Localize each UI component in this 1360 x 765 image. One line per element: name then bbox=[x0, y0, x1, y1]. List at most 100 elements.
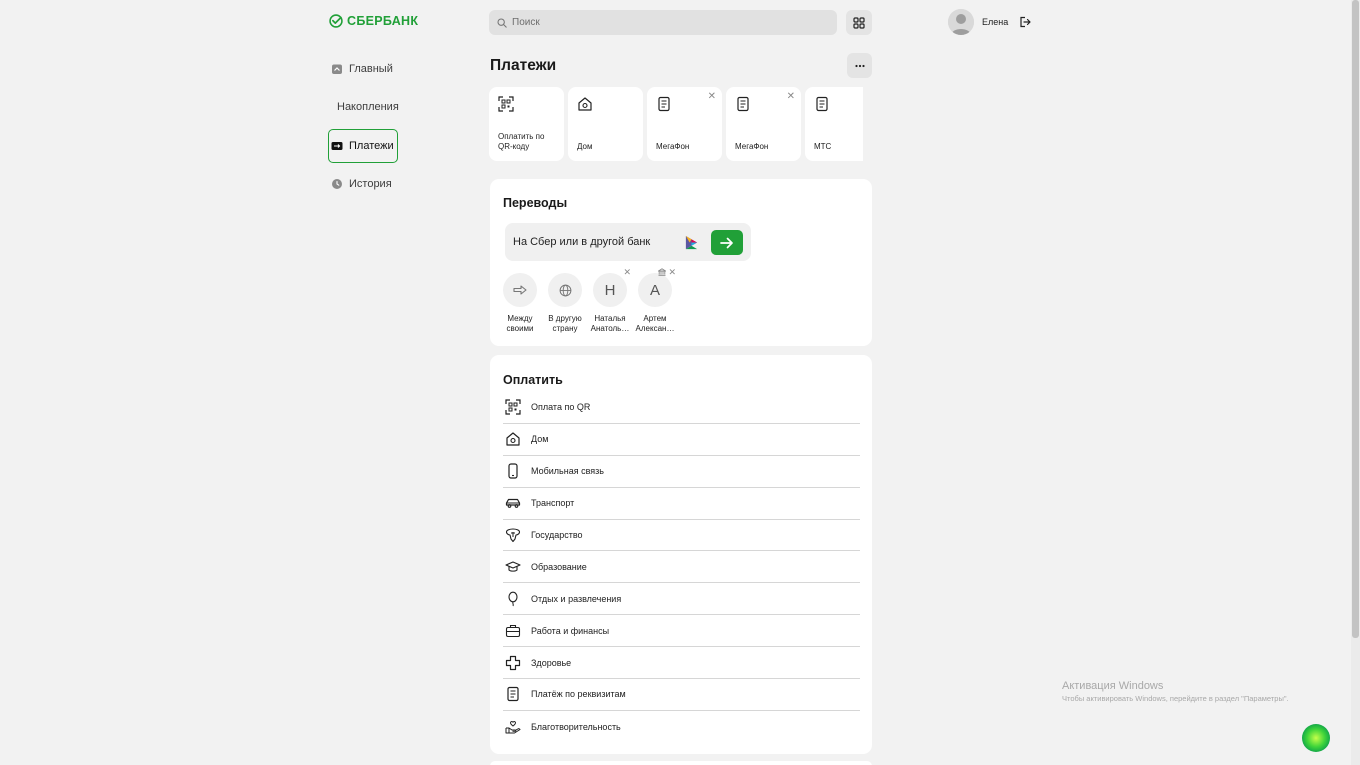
quick-tile-qr[interactable]: Оплатить по QR-коду bbox=[489, 87, 564, 161]
pay-item-label: Образование bbox=[531, 561, 587, 572]
assistant-orb-button[interactable] bbox=[1302, 724, 1330, 752]
pay-item-label: Оплата по QR bbox=[531, 402, 591, 413]
pay-item-government[interactable]: Государство bbox=[503, 520, 860, 552]
pay-card: Оплатить Оплата по QR Дом Мобильная связ… bbox=[490, 355, 872, 754]
arrow-right-icon bbox=[720, 237, 733, 248]
quick-tile-megafon-2[interactable]: ✕ МегаФон bbox=[726, 87, 801, 161]
recipient-between-own[interactable]: Между своими bbox=[503, 273, 537, 334]
pay-item-education[interactable]: Образование bbox=[503, 551, 860, 584]
user-profile[interactable]: Елена bbox=[948, 9, 1031, 35]
page-title: Платежи bbox=[490, 57, 557, 74]
quick-tile-label: МегаФон bbox=[735, 142, 769, 151]
quick-tile-home[interactable]: Дом bbox=[568, 87, 643, 161]
sidebar-item-label: Платежи bbox=[349, 139, 394, 152]
pay-item-leisure[interactable]: Отдых и развлечения bbox=[503, 583, 860, 616]
quick-payments-carousel: Оплатить по QR-коду Дом ✕ МегаФон ✕ Мега… bbox=[489, 87, 863, 161]
close-icon[interactable]: ✕ bbox=[668, 268, 676, 277]
sber-logo-icon bbox=[329, 14, 343, 28]
recipient-artem[interactable]: А ✕ Артем Алексан… bbox=[636, 268, 676, 334]
sidebar-item-payments[interactable]: Платежи bbox=[328, 128, 398, 163]
search-icon bbox=[497, 17, 507, 28]
phone-icon bbox=[508, 463, 518, 479]
search-bar[interactable] bbox=[489, 10, 837, 35]
pay-title: Оплатить bbox=[503, 373, 563, 387]
recipient-label: В другую страну bbox=[548, 314, 582, 333]
close-icon[interactable]: ✕ bbox=[708, 92, 716, 102]
sbp-logo-icon bbox=[685, 235, 698, 250]
close-icon[interactable]: ✕ bbox=[623, 268, 631, 277]
quick-tile-label: Оплатить по QR-коду bbox=[498, 132, 545, 151]
pay-item-charity[interactable]: Благотворительность bbox=[503, 711, 860, 743]
sidebar-item-label: История bbox=[349, 177, 392, 190]
pay-item-label: Транспорт bbox=[531, 498, 575, 509]
house-icon bbox=[506, 432, 520, 446]
pay-item-label: Мобильная связь bbox=[531, 466, 604, 477]
grid-icon bbox=[853, 16, 865, 29]
close-icon[interactable]: ✕ bbox=[787, 92, 795, 102]
logout-icon[interactable] bbox=[1019, 16, 1031, 28]
recipient-natalia[interactable]: Н ✕ Наталья Анатоль… bbox=[591, 268, 631, 334]
pay-item-qr[interactable]: Оплата по QR bbox=[503, 392, 860, 424]
recipient-avatar bbox=[548, 273, 582, 307]
globe-icon bbox=[559, 284, 571, 296]
pay-item-mobile[interactable]: Мобильная связь bbox=[503, 456, 860, 488]
transfer-input[interactable]: На Сбер или в другой банк bbox=[505, 223, 751, 261]
sidebar-item-savings[interactable]: Накопления bbox=[328, 90, 399, 124]
recipient-avatar: А bbox=[638, 273, 672, 307]
pay-item-home[interactable]: Дом bbox=[503, 424, 860, 456]
transfers-title: Переводы bbox=[503, 196, 568, 210]
scrollbar-thumb[interactable] bbox=[1352, 0, 1359, 638]
recipient-other-country[interactable]: В другую страну bbox=[548, 273, 582, 334]
charity-hand-icon bbox=[505, 720, 521, 734]
sidebar-item-label: Накопления bbox=[337, 101, 399, 114]
receipt-icon bbox=[658, 96, 670, 112]
qr-scan-icon bbox=[498, 96, 514, 112]
brand-name: СБЕРБАНК bbox=[347, 14, 419, 28]
sidebar-item-history[interactable]: История bbox=[328, 167, 398, 201]
document-icon bbox=[507, 687, 519, 702]
more-dots-icon bbox=[854, 64, 865, 67]
health-cross-icon bbox=[505, 655, 521, 670]
user-name: Елена bbox=[982, 17, 1009, 27]
pay-categories-list: Оплата по QR Дом Мобильная связь Транспо… bbox=[503, 392, 860, 743]
recipient-label: Наталья Анатоль… bbox=[590, 314, 630, 333]
next-section-card bbox=[490, 761, 872, 765]
sberbank-logo[interactable]: СБЕРБАНК bbox=[329, 14, 418, 28]
search-input[interactable] bbox=[512, 17, 812, 28]
more-options-button[interactable] bbox=[847, 53, 872, 78]
pay-item-label: Здоровье bbox=[531, 657, 572, 668]
payment-icon bbox=[331, 141, 343, 150]
user-silhouette-icon bbox=[948, 9, 974, 35]
bank-icon bbox=[656, 268, 668, 278]
pay-item-label: Отдых и развлечения bbox=[531, 593, 622, 604]
graduation-cap-icon bbox=[505, 561, 521, 572]
swap-arrow-icon bbox=[513, 285, 527, 295]
pay-item-transport[interactable]: Транспорт bbox=[503, 488, 860, 520]
pay-item-label: Государство bbox=[531, 530, 583, 540]
recipient-label: Между своими bbox=[506, 314, 534, 333]
transfer-go-button[interactable] bbox=[711, 230, 743, 255]
pay-item-label: Дом bbox=[531, 434, 549, 445]
watermark-title: Активация Windows bbox=[1062, 680, 1164, 692]
house-icon bbox=[578, 97, 592, 111]
pay-item-requisites[interactable]: Платёж по реквизитам bbox=[503, 679, 860, 711]
pay-item-work-finance[interactable]: Работа и финансы bbox=[503, 615, 860, 648]
quick-tile-megafon-1[interactable]: ✕ МегаФон bbox=[647, 87, 722, 161]
page-scrollbar[interactable] bbox=[1351, 0, 1360, 765]
recipient-label: Артем Алексан… bbox=[635, 314, 675, 333]
apps-grid-button[interactable] bbox=[846, 10, 872, 35]
pay-item-label: Платёж по реквизитам bbox=[531, 689, 626, 700]
recipients-list: Между своими В другую страну Н ✕ Наталья… bbox=[503, 268, 676, 334]
transfer-input-label: На Сбер или в другой банк bbox=[513, 236, 651, 248]
avatar[interactable] bbox=[948, 9, 974, 35]
windows-activation-watermark: Активация Windows Чтобы активировать Win… bbox=[1062, 680, 1289, 703]
recipient-avatar bbox=[503, 273, 537, 307]
sidebar-item-main[interactable]: Главный bbox=[328, 52, 398, 86]
recipient-avatar: Н bbox=[593, 273, 627, 307]
sidebar-item-label: Главный bbox=[349, 63, 393, 75]
quick-tile-mts[interactable]: МТС bbox=[805, 87, 863, 161]
pay-item-health[interactable]: Здоровье bbox=[503, 647, 860, 680]
sidebar: Главный Накопления Платежи История bbox=[328, 52, 399, 205]
quick-tile-label: МТС bbox=[814, 142, 832, 151]
clock-icon bbox=[332, 178, 342, 189]
